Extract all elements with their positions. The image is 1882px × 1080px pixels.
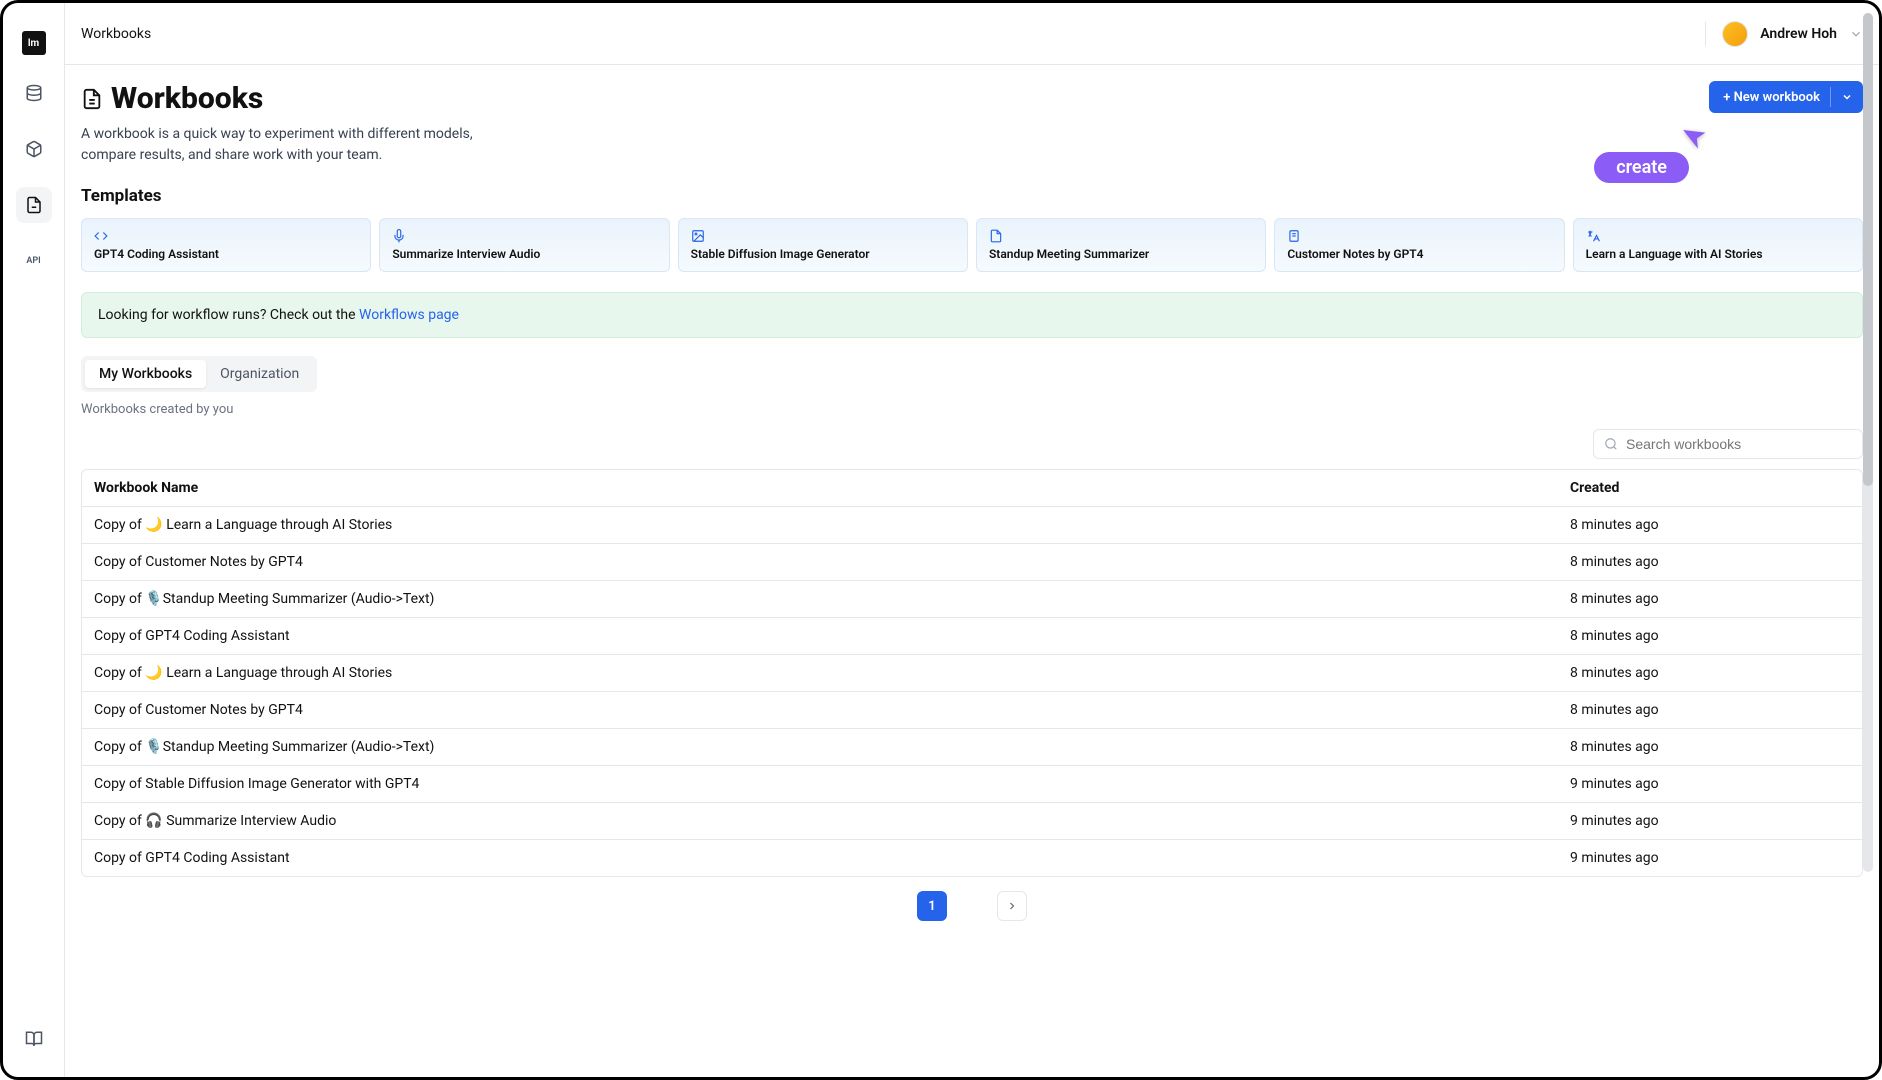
tabs: My Workbooks Organization: [81, 356, 317, 392]
cell-created: 8 minutes ago: [1570, 591, 1850, 607]
templates-row: GPT4 Coding Assistant Summarize Interview…: [81, 218, 1863, 272]
banner-text: Looking for workflow runs? Check out the: [98, 307, 359, 323]
chevron-down-icon[interactable]: [1849, 27, 1863, 41]
cell-created: 8 minutes ago: [1570, 739, 1850, 755]
table-row[interactable]: Copy of 🌙 Learn a Language through AI St…: [82, 507, 1862, 543]
template-card[interactable]: Learn a Language with AI Stories: [1573, 218, 1863, 272]
cell-name: Copy of 🎙️Standup Meeting Summarizer (Au…: [94, 739, 1570, 755]
cell-name: Copy of 🌙 Learn a Language through AI St…: [94, 665, 1570, 681]
workflows-link[interactable]: Workflows page: [359, 307, 459, 323]
template-card[interactable]: Summarize Interview Audio: [379, 218, 669, 272]
code-icon: [94, 229, 358, 243]
page-description: A workbook is a quick way to experiment …: [81, 124, 501, 166]
table-row[interactable]: Copy of 🎙️Standup Meeting Summarizer (Au…: [82, 728, 1862, 765]
topbar-divider: [1705, 22, 1706, 46]
table-row[interactable]: Copy of GPT4 Coding Assistant9 minutes a…: [82, 839, 1862, 876]
cell-created: 8 minutes ago: [1570, 665, 1850, 681]
template-label: Customer Notes by GPT4: [1287, 247, 1551, 261]
lang-icon: [1586, 229, 1850, 243]
cell-created: 8 minutes ago: [1570, 517, 1850, 533]
page-number-current[interactable]: 1: [917, 891, 947, 921]
scrollbar[interactable]: [1863, 13, 1873, 872]
cell-name: Copy of Customer Notes by GPT4: [94, 554, 1570, 570]
template-label: Learn a Language with AI Stories: [1586, 247, 1850, 261]
doc-icon: [989, 229, 1253, 243]
sidebar: lm API: [3, 3, 65, 1077]
col-name: Workbook Name: [94, 480, 1570, 496]
page-title: Workbooks: [111, 81, 263, 116]
chevron-right-icon: [1006, 900, 1018, 912]
topbar: Workbooks Andrew Hoh: [65, 3, 1879, 65]
nav-workbooks[interactable]: [16, 187, 52, 223]
tab-organization[interactable]: Organization: [206, 360, 313, 388]
cell-name: Copy of 🌙 Learn a Language through AI St…: [94, 517, 1570, 533]
search-box[interactable]: [1593, 429, 1863, 459]
cell-name: Copy of Customer Notes by GPT4: [94, 702, 1570, 718]
cell-created: 8 minutes ago: [1570, 554, 1850, 570]
template-label: Stable Diffusion Image Generator: [691, 247, 955, 261]
nav-cube[interactable]: [16, 131, 52, 167]
table-row[interactable]: Copy of 🎧 Summarize Interview Audio9 min…: [82, 802, 1862, 839]
col-created: Created: [1570, 480, 1850, 496]
chevron-down-icon: [1841, 91, 1853, 103]
note-icon: [1287, 229, 1551, 243]
app-logo[interactable]: lm: [22, 31, 46, 55]
tab-my-workbooks[interactable]: My Workbooks: [85, 360, 206, 388]
nav-database[interactable]: [16, 75, 52, 111]
cell-created: 8 minutes ago: [1570, 702, 1850, 718]
cell-created: 8 minutes ago: [1570, 628, 1850, 644]
search-input[interactable]: [1626, 436, 1852, 452]
cell-name: Copy of 🎧 Summarize Interview Audio: [94, 813, 1570, 829]
user-name[interactable]: Andrew Hoh: [1760, 26, 1837, 42]
cell-name: Copy of 🎙️Standup Meeting Summarizer (Au…: [94, 591, 1570, 607]
api-icon: API: [26, 256, 40, 266]
new-workbook-button[interactable]: + New workbook: [1709, 81, 1863, 113]
file-icon: [25, 196, 43, 214]
cube-icon: [25, 140, 43, 158]
mic-icon: [392, 229, 656, 243]
table-row[interactable]: Copy of GPT4 Coding Assistant8 minutes a…: [82, 617, 1862, 654]
template-label: GPT4 Coding Assistant: [94, 247, 358, 261]
table-row[interactable]: Copy of Customer Notes by GPT48 minutes …: [82, 691, 1862, 728]
file-icon: [81, 88, 103, 110]
table-row[interactable]: Copy of Customer Notes by GPT48 minutes …: [82, 543, 1862, 580]
cell-created: 9 minutes ago: [1570, 776, 1850, 792]
template-card[interactable]: Stable Diffusion Image Generator: [678, 218, 968, 272]
cell-name: Copy of Stable Diffusion Image Generator…: [94, 776, 1570, 792]
cell-created: 9 minutes ago: [1570, 813, 1850, 829]
info-banner: Looking for workflow runs? Check out the…: [81, 292, 1863, 338]
image-icon: [691, 229, 955, 243]
book-icon: [25, 1030, 43, 1048]
nav-api[interactable]: API: [16, 243, 52, 279]
cell-created: 9 minutes ago: [1570, 850, 1850, 866]
breadcrumb[interactable]: Workbooks: [81, 26, 151, 42]
nav-docs[interactable]: [16, 1021, 52, 1057]
template-label: Summarize Interview Audio: [392, 247, 656, 261]
template-label: Standup Meeting Summarizer: [989, 247, 1253, 261]
cell-name: Copy of GPT4 Coding Assistant: [94, 850, 1570, 866]
new-workbook-label: + New workbook: [1723, 90, 1820, 105]
workbooks-table: Workbook Name Created Copy of 🌙 Learn a …: [81, 469, 1863, 877]
table-row[interactable]: Copy of 🎙️Standup Meeting Summarizer (Au…: [82, 580, 1862, 617]
table-row[interactable]: Copy of 🌙 Learn a Language through AI St…: [82, 654, 1862, 691]
page-next-button[interactable]: [997, 891, 1027, 921]
user-avatar[interactable]: [1722, 21, 1748, 47]
template-card[interactable]: Customer Notes by GPT4: [1274, 218, 1564, 272]
tab-subtext: Workbooks created by you: [81, 402, 1863, 417]
template-card[interactable]: GPT4 Coding Assistant: [81, 218, 371, 272]
table-row[interactable]: Copy of Stable Diffusion Image Generator…: [82, 765, 1862, 802]
template-card[interactable]: Standup Meeting Summarizer: [976, 218, 1266, 272]
cell-name: Copy of GPT4 Coding Assistant: [94, 628, 1570, 644]
database-icon: [25, 84, 43, 102]
search-icon: [1604, 437, 1618, 451]
templates-title: Templates: [81, 186, 1863, 206]
